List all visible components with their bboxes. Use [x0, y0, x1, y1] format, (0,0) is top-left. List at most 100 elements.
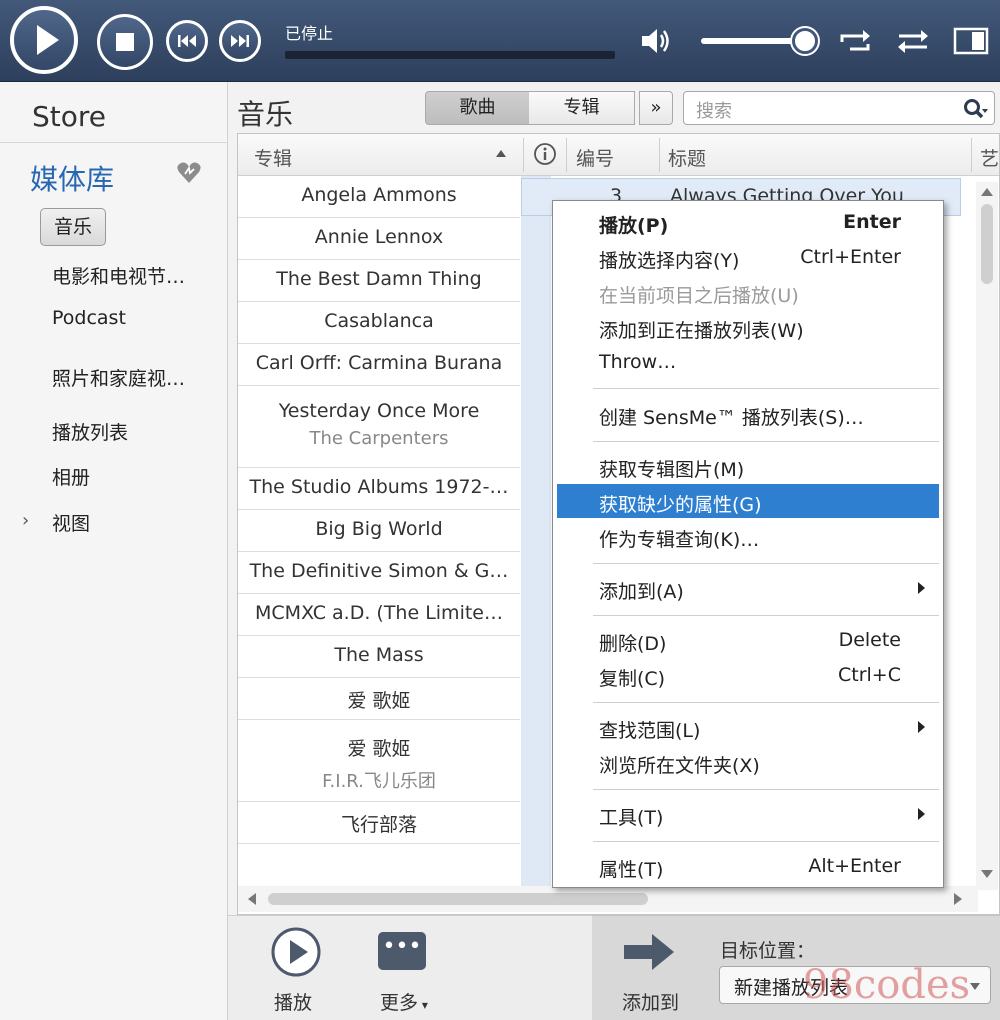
play-circle-icon[interactable] [270, 926, 322, 978]
menu-item-label: 获取专辑图片(M) [599, 459, 745, 481]
table-row[interactable]: The Best Damn Thing [238, 260, 520, 302]
submenu-arrow-icon [918, 721, 925, 733]
menu-item-properties[interactable]: 属性(T) Alt+Enter [557, 849, 939, 883]
volume-icon[interactable] [638, 24, 672, 58]
menu-item-throw[interactable]: Throw… [557, 345, 939, 379]
tab-albums[interactable]: 专辑 [529, 91, 635, 125]
sidebar-item-podcast[interactable]: Podcast [52, 307, 126, 329]
column-divider [566, 138, 567, 172]
menu-item-get-missing-properties[interactable]: 获取缺少的属性(G) [557, 484, 939, 518]
menu-item-tools[interactable]: 工具(T) [557, 797, 939, 831]
more-menu-button[interactable]: 更多 ▾ [380, 988, 428, 1015]
tab-songs[interactable]: 歌曲 [425, 91, 530, 125]
horizontal-scrollbar[interactable] [238, 886, 978, 912]
vertical-scroll-thumb[interactable] [981, 204, 993, 284]
table-row[interactable]: 爱 歌姬 F.I.R.飞儿乐团 [238, 720, 520, 802]
album-name: Big Big World [315, 518, 443, 540]
menu-item-label: 浏览所在文件夹(X) [599, 755, 760, 777]
sidebar-item-albums[interactable]: 相册 [52, 463, 90, 490]
menu-item-shortcut: Ctrl+Enter [800, 246, 901, 268]
table-row[interactable]: Angela Ammons [238, 176, 520, 218]
vertical-scrollbar[interactable] [976, 182, 998, 890]
previous-button[interactable] [166, 20, 208, 62]
table-row[interactable]: 爱 歌姬 [238, 678, 520, 720]
progress-bar[interactable] [285, 51, 615, 59]
search-input[interactable]: 搜索 [683, 91, 995, 125]
album-name: The Definitive Simon & G… [249, 560, 509, 582]
arrow-right-icon[interactable] [622, 932, 676, 972]
play-label[interactable]: 播放 [274, 988, 312, 1015]
table-row[interactable]: Carl Orff: Carmina Burana [238, 344, 520, 386]
table-row[interactable]: The Studio Albums 1972-… [238, 468, 520, 510]
shuffle-icon[interactable] [894, 22, 932, 60]
stop-button[interactable] [97, 14, 153, 70]
menu-item-shortcut: Enter [843, 211, 901, 233]
album-name: 爱 歌姬 [347, 690, 411, 712]
table-row[interactable]: The Mass [238, 636, 520, 678]
menu-item-delete[interactable]: 删除(D) Delete [557, 623, 939, 657]
submenu-arrow-icon [918, 582, 925, 594]
menu-item-label: 工具(T) [599, 807, 664, 829]
menu-item-shortcut: Delete [838, 629, 901, 651]
sidebar-panel-icon[interactable] [952, 22, 990, 60]
column-title[interactable]: 标题 [668, 144, 706, 171]
table-row[interactable]: Big Big World [238, 510, 520, 552]
menu-item-label: Throw… [599, 351, 677, 373]
menu-item-browse-folder[interactable]: 浏览所在文件夹(X) [557, 745, 939, 779]
table-row[interactable]: The Definitive Simon & G… [238, 552, 520, 594]
sidebar-item-photos-videos[interactable]: 照片和家庭视… [52, 364, 185, 391]
table-row[interactable] [238, 844, 520, 886]
sidebar-item-views[interactable]: 视图 [52, 509, 90, 536]
table-row[interactable]: MCMXC a.D. (The Limite… [238, 594, 520, 636]
sidebar-item-movies-tv[interactable]: 电影和电视节… [52, 262, 185, 289]
sort-ascending-icon [496, 150, 506, 157]
menu-item-create-sensme-playlist[interactable]: 创建 SensMe™ 播放列表(S)… [557, 397, 939, 431]
scroll-right-icon[interactable] [954, 893, 962, 905]
album-name: Annie Lennox [314, 226, 444, 248]
menu-item-get-album-art[interactable]: 获取专辑图片(M) [557, 449, 939, 483]
add-to-label[interactable]: 添加到 [622, 988, 679, 1015]
sidebar-item-playlists[interactable]: 播放列表 [52, 418, 128, 445]
scroll-down-icon[interactable] [981, 870, 993, 878]
repeat-icon[interactable] [836, 22, 874, 60]
table-header: 专辑 编号 标题 艺 [238, 134, 999, 176]
sidebar-store[interactable]: Store [32, 100, 106, 133]
search-icon[interactable] [962, 97, 988, 121]
table-row[interactable]: Yesterday Once More The Carpenters [238, 386, 520, 468]
menu-item-label: 删除(D) [599, 633, 667, 655]
column-divider [523, 138, 524, 172]
more-button[interactable]: ••• [378, 932, 426, 970]
menu-item-copy[interactable]: 复制(C) Ctrl+C [557, 658, 939, 692]
menu-item-label: 添加到正在播放列表(W) [599, 320, 804, 342]
scroll-up-icon[interactable] [981, 188, 993, 196]
sidebar-library[interactable]: 媒体库 [30, 158, 114, 198]
chevron-down-icon: ▾ [418, 998, 428, 1012]
sidebar: Store 媒体库 音乐 电影和电视节… Podcast 照片和家庭视… 播放列… [0, 82, 228, 1020]
play-button[interactable] [10, 6, 78, 74]
menu-item-find-in[interactable]: 查找范围(L) [557, 710, 939, 744]
scroll-left-icon[interactable] [248, 893, 256, 905]
column-album[interactable]: 专辑 [254, 144, 292, 171]
album-name: Casablanca [324, 310, 434, 332]
menu-item-label: 作为专辑查询(K)… [599, 529, 760, 551]
column-artist[interactable]: 艺 [980, 144, 999, 171]
table-row[interactable]: Annie Lennox [238, 218, 520, 260]
menu-item-play[interactable]: 播放(P) Enter [557, 205, 939, 239]
volume-slider-knob[interactable] [792, 28, 818, 54]
chevron-right-icon[interactable]: › [22, 510, 29, 531]
menu-item-add-to-now-playing[interactable]: 添加到正在播放列表(W) [557, 310, 939, 344]
column-number[interactable]: 编号 [576, 144, 614, 171]
heart-icon[interactable] [176, 160, 202, 186]
table-row[interactable]: 飞行部落 [238, 802, 520, 844]
table-row[interactable]: Casablanca [238, 302, 520, 344]
info-icon[interactable] [533, 142, 557, 166]
next-button[interactable] [219, 20, 261, 62]
menu-item-query-as-album[interactable]: 作为专辑查询(K)… [557, 519, 939, 553]
menu-item-play-selection[interactable]: 播放选择内容(Y) Ctrl+Enter [557, 240, 939, 274]
more-tabs-button[interactable]: » [639, 91, 673, 125]
sidebar-item-music[interactable]: 音乐 [40, 208, 106, 246]
menu-item-label: 查找范围(L) [599, 720, 701, 742]
horizontal-scroll-thumb[interactable] [268, 893, 648, 905]
menu-item-add-to[interactable]: 添加到(A) [557, 571, 939, 605]
volume-slider[interactable] [701, 38, 805, 44]
